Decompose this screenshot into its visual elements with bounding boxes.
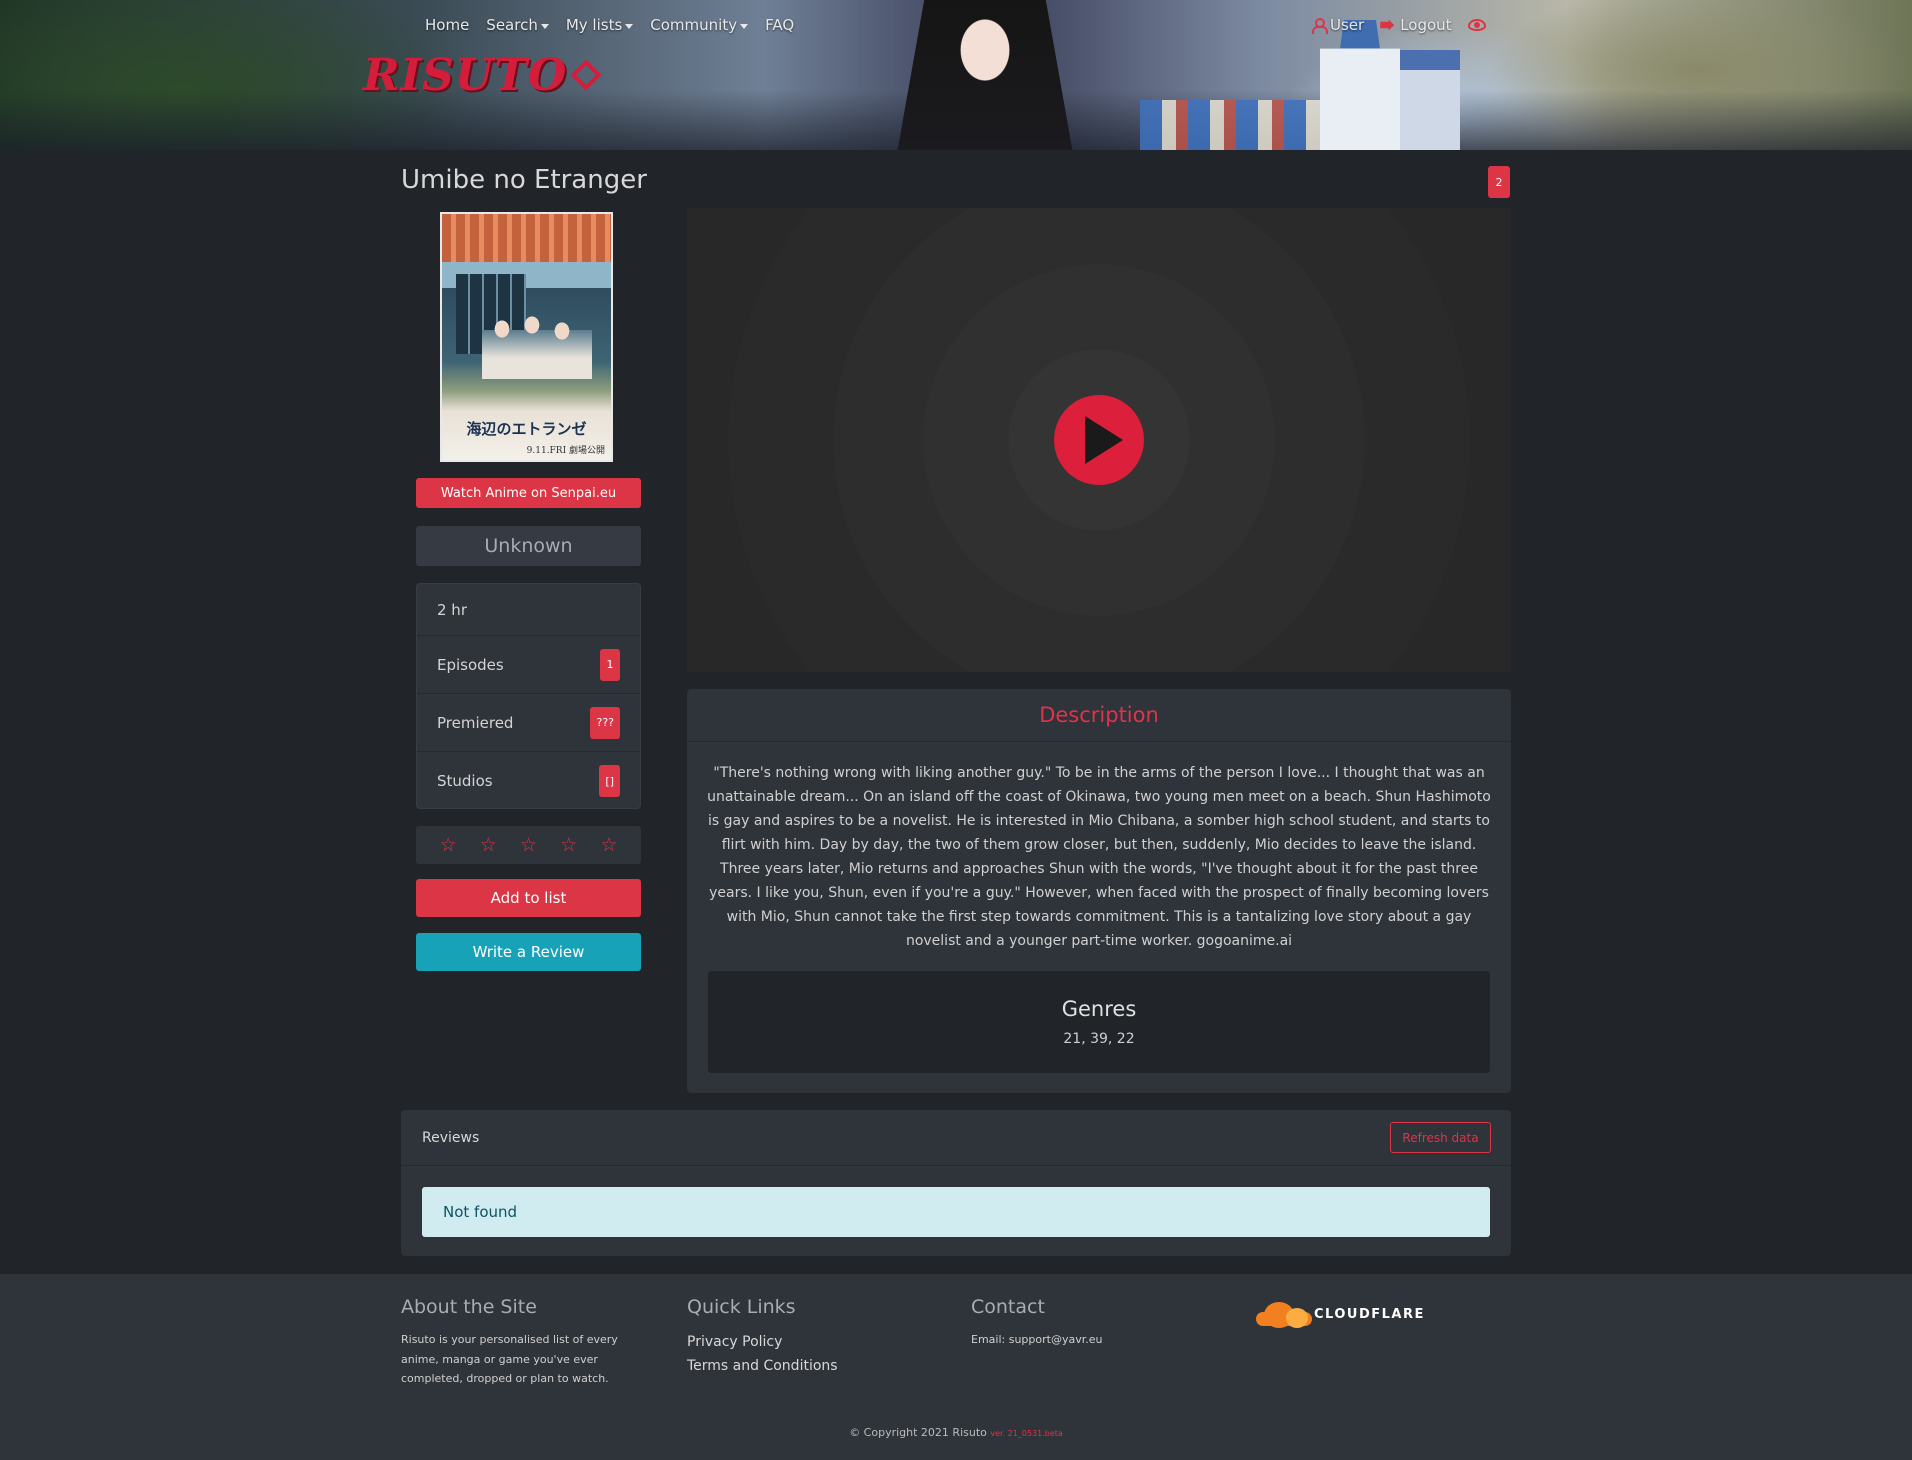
user-icon: [1312, 18, 1328, 34]
nav-my-lists-label: My lists: [565, 16, 623, 34]
banner-castle-image: [1320, 20, 1400, 150]
about-text: Risuto is your personalised list of ever…: [401, 1333, 618, 1385]
video-player[interactable]: [687, 208, 1511, 672]
poster-title: 海辺のエトランゼ: [466, 420, 587, 438]
info-row-episodes: Episodes 1: [417, 636, 640, 694]
eye-icon[interactable]: [1467, 19, 1486, 31]
quick-links-title: Quick Links: [687, 1296, 796, 1318]
main-nav: Home Search My lists Community FAQ: [425, 16, 811, 34]
nav-home[interactable]: Home: [425, 16, 469, 34]
user-nav: User Logout: [1312, 16, 1486, 34]
premiered-badge: ???: [590, 706, 620, 739]
nav-my-lists[interactable]: My lists: [565, 16, 634, 34]
info-row-premiered: Premiered ???: [417, 694, 640, 752]
contact-email: Email: support@yavr.eu: [971, 1333, 1103, 1346]
info-label: Studios: [437, 772, 493, 790]
chevron-down-icon: [625, 23, 634, 29]
copyright-text: © Copyright 2021 Risuto: [849, 1426, 987, 1439]
count-badge: 2: [1488, 166, 1510, 198]
nav-faq[interactable]: FAQ: [765, 16, 794, 34]
about-title: About the Site: [401, 1296, 537, 1318]
rating-stars: ☆ ☆ ☆ ☆ ☆: [416, 826, 641, 864]
footer-about: About the Site Risuto is your personalis…: [401, 1296, 633, 1389]
header-banner: Home Search My lists Community FAQ RISUT…: [0, 0, 1912, 150]
description-text: "There's nothing wrong with liking anoth…: [707, 765, 1491, 949]
nav-search[interactable]: Search: [486, 16, 549, 34]
footer-contact: Contact Email: support@yavr.eu: [971, 1296, 1203, 1350]
reviews-heading: Reviews: [422, 1130, 480, 1146]
privacy-policy-link[interactable]: Privacy Policy: [687, 1330, 838, 1354]
poster-characters: [482, 309, 592, 379]
info-label: Episodes: [437, 655, 504, 674]
divider: [401, 1165, 1511, 1166]
logout-icon: [1380, 19, 1395, 31]
terms-link[interactable]: Terms and Conditions: [687, 1354, 838, 1378]
footer: About the Site Risuto is your personalis…: [0, 1274, 1912, 1460]
not-found-alert: Not found: [422, 1187, 1490, 1237]
nav-community-label: Community: [650, 16, 738, 34]
studios-badge: []: [599, 765, 620, 797]
info-row-studios: Studios []: [417, 752, 640, 810]
star-icon[interactable]: ☆: [520, 834, 537, 856]
play-icon[interactable]: [1054, 395, 1144, 485]
footer-quick-links: Quick Links Privacy Policy Terms and Con…: [687, 1296, 838, 1378]
logo-text: RISUTO: [363, 50, 568, 101]
cloudflare-logo[interactable]: CLOUDFLARE: [1256, 1300, 1425, 1328]
user-link[interactable]: User: [1312, 16, 1364, 34]
star-icon[interactable]: ☆: [440, 834, 457, 856]
star-icon[interactable]: ☆: [600, 834, 617, 856]
star-icon[interactable]: ☆: [560, 834, 577, 856]
poster-roof: [442, 214, 611, 262]
genres-box: Genres 21, 39, 22: [708, 971, 1490, 1073]
anime-poster: 海辺のエトランゼ 9.11.FRI 劇場公開: [440, 212, 613, 462]
site-logo[interactable]: RISUTO: [363, 50, 602, 101]
description-card: Description "There's nothing wrong with …: [687, 689, 1511, 1093]
add-to-list-button[interactable]: Add to list: [416, 879, 641, 917]
user-label: User: [1330, 16, 1365, 34]
banner-character-image: [897, 0, 1073, 150]
cloudflare-text: CLOUDFLARE: [1314, 1306, 1425, 1322]
nav-community[interactable]: Community: [650, 16, 749, 34]
status-box: Unknown: [416, 526, 641, 566]
anime-info-list: 2 hr Episodes 1 Premiered ??? Studios []: [416, 583, 641, 809]
cloudflare-cloud-icon: [1256, 1300, 1312, 1328]
nav-home-label: Home: [425, 16, 470, 34]
page-title: Umibe no Etranger: [401, 165, 647, 195]
chevron-down-icon: [740, 23, 749, 29]
version-text: ver. 21_0531.beta: [990, 1429, 1063, 1438]
info-label: 2 hr: [437, 600, 467, 619]
genres-value: 21, 39, 22: [1063, 1031, 1135, 1047]
chevron-down-icon: [540, 23, 549, 29]
nav-search-label: Search: [486, 16, 538, 34]
reviews-card: Reviews Refresh data Not found: [401, 1110, 1511, 1256]
copyright: © Copyright 2021 Risuto ver. 21_0531.bet…: [0, 1426, 1912, 1439]
star-icon[interactable]: ☆: [480, 834, 497, 856]
contact-title: Contact: [971, 1296, 1045, 1318]
refresh-data-button[interactable]: Refresh data: [1390, 1122, 1491, 1153]
episodes-badge: 1: [600, 648, 620, 681]
poster-date: 9.11.FRI 劇場公開: [526, 446, 605, 456]
genres-heading: Genres: [1061, 997, 1137, 1021]
info-label: Premiered: [437, 713, 514, 732]
nav-faq-label: FAQ: [765, 16, 795, 34]
watch-anime-button[interactable]: Watch Anime on Senpai.eu: [416, 478, 641, 508]
logout-link[interactable]: Logout: [1380, 16, 1452, 34]
logout-label: Logout: [1400, 16, 1452, 34]
write-review-button[interactable]: Write a Review: [416, 933, 641, 971]
logo-diamond-icon: [570, 58, 602, 91]
description-heading: Description: [687, 689, 1511, 742]
info-row-duration: 2 hr: [417, 584, 640, 636]
